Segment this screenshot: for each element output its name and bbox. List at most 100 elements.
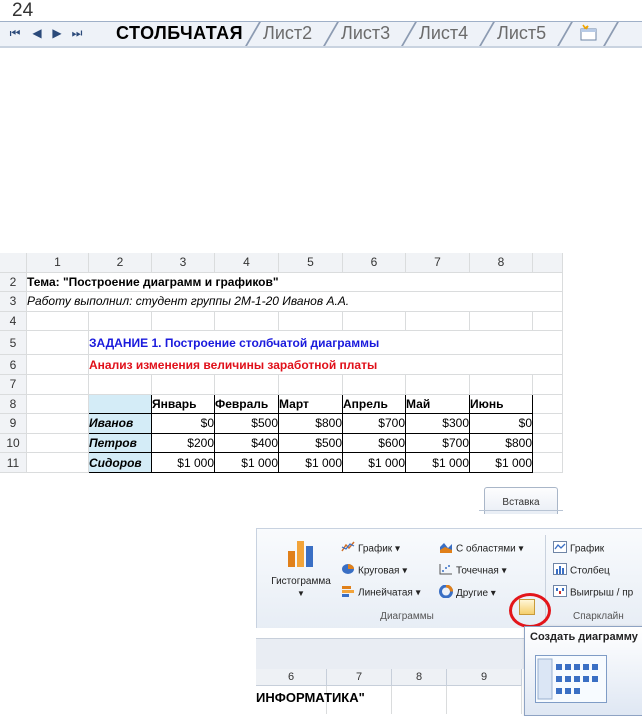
cell[interactable] xyxy=(26,452,89,473)
cell[interactable] xyxy=(26,354,89,375)
cell[interactable] xyxy=(151,311,215,332)
tab-stolbchataya[interactable]: СТОЛБЧАТАЯ xyxy=(116,22,243,44)
cell[interactable] xyxy=(469,374,533,395)
table-corner-cell[interactable] xyxy=(88,393,152,415)
insert-sheet-icon[interactable] xyxy=(578,24,600,47)
sparkline-column-button[interactable]: Столбец xyxy=(553,563,610,579)
cell[interactable] xyxy=(532,433,563,454)
cell[interactable] xyxy=(342,374,406,395)
salary-cell[interactable]: $800 xyxy=(278,413,343,434)
cell[interactable] xyxy=(405,311,470,332)
ribbon-tab-insert[interactable]: Вставка xyxy=(479,487,563,514)
column-header[interactable]: 9 xyxy=(447,669,522,686)
column-header[interactable]: 8 xyxy=(392,669,447,686)
column-header[interactable]: 5 xyxy=(278,253,343,273)
salary-cell[interactable]: $1 000 xyxy=(342,452,406,473)
column-header[interactable]: 8 xyxy=(469,253,533,273)
column-header[interactable]: 1 xyxy=(26,253,89,273)
column-header[interactable] xyxy=(532,253,563,273)
cell[interactable] xyxy=(532,452,563,473)
author-line[interactable]: Работу выполнил: студент группы 2М-1-20 … xyxy=(26,291,563,312)
cell[interactable] xyxy=(469,311,533,332)
cell[interactable] xyxy=(532,311,563,332)
cell[interactable] xyxy=(26,413,89,434)
month-header[interactable]: Февраль xyxy=(214,393,279,415)
salary-cell[interactable]: $700 xyxy=(405,432,470,454)
area-chart-button[interactable]: С областями ▾ xyxy=(439,541,524,557)
salary-cell[interactable]: $200 xyxy=(151,432,215,454)
month-header[interactable]: Январь xyxy=(151,393,215,415)
cell[interactable] xyxy=(532,374,563,395)
row-header[interactable]: 5 xyxy=(0,330,27,356)
sparkline-winloss-button[interactable]: Выигрыш / пр xyxy=(553,585,633,601)
cell[interactable] xyxy=(26,394,89,415)
cell[interactable] xyxy=(26,330,89,356)
sparkline-line-button[interactable]: График xyxy=(553,541,604,557)
salary-cell[interactable]: $600 xyxy=(342,432,406,454)
row-header[interactable]: 7 xyxy=(0,374,27,395)
histogram-button[interactable]: Гистограмма ▼ xyxy=(263,535,339,605)
sheet-title[interactable]: Тема: "Построение диаграмм и графиков" xyxy=(26,272,563,293)
row-header[interactable]: 2 xyxy=(0,272,27,293)
employee-name[interactable]: Сидоров xyxy=(88,452,152,473)
pie-chart-button[interactable]: Круговая ▾ xyxy=(341,563,407,579)
column-header[interactable]: 3 xyxy=(151,253,215,273)
column-header[interactable]: 7 xyxy=(327,669,392,686)
last-sheet-icon[interactable]: ⏭ xyxy=(70,25,84,41)
salary-cell[interactable]: $0 xyxy=(469,413,533,434)
salary-cell[interactable]: $1 000 xyxy=(151,452,215,473)
cell[interactable] xyxy=(342,311,406,332)
row-header[interactable]: 11 xyxy=(0,452,27,473)
cell[interactable] xyxy=(214,311,279,332)
cell[interactable] xyxy=(26,311,89,332)
task-heading[interactable]: ЗАДАНИЕ 1. Построение столбчатой диаграм… xyxy=(88,330,563,356)
cell[interactable] xyxy=(532,394,563,415)
row-header[interactable]: 8 xyxy=(0,394,27,415)
salary-cell[interactable]: $1 000 xyxy=(214,452,279,473)
employee-name[interactable]: Иванов xyxy=(88,413,152,434)
cell[interactable] xyxy=(88,374,152,395)
cell[interactable] xyxy=(151,374,215,395)
tab-list3[interactable]: Лист3 xyxy=(341,22,390,44)
cell[interactable] xyxy=(278,311,343,332)
column-header[interactable]: 2 xyxy=(88,253,152,273)
cell[interactable] xyxy=(26,374,89,395)
month-header[interactable]: Март xyxy=(278,393,343,415)
first-sheet-icon[interactable]: ⏮ xyxy=(8,25,22,41)
salary-cell[interactable]: $500 xyxy=(214,413,279,434)
cell[interactable] xyxy=(532,413,563,434)
cell[interactable] xyxy=(88,311,152,332)
task-subtitle[interactable]: Анализ изменения величины заработной пла… xyxy=(88,354,563,375)
row-header[interactable]: 10 xyxy=(0,433,27,454)
month-header[interactable]: Май xyxy=(405,393,470,415)
select-all-corner[interactable] xyxy=(0,253,27,273)
row-header[interactable]: 4 xyxy=(0,311,27,332)
salary-cell[interactable]: $700 xyxy=(342,413,406,434)
salary-cell[interactable]: $400 xyxy=(214,432,279,454)
column-header[interactable]: 6 xyxy=(256,669,327,686)
scatter-chart-button[interactable]: Точечная ▾ xyxy=(439,563,507,579)
cell[interactable] xyxy=(392,686,447,714)
other-charts-button[interactable]: Другие ▾ xyxy=(439,584,496,602)
cell[interactable] xyxy=(447,686,522,714)
column-header[interactable]: 4 xyxy=(214,253,279,273)
column-header[interactable]: 7 xyxy=(405,253,470,273)
salary-cell[interactable]: $300 xyxy=(405,413,470,434)
tab-list4[interactable]: Лист4 xyxy=(419,22,468,44)
prev-sheet-icon[interactable]: ◀ xyxy=(30,25,44,41)
tab-list2[interactable]: Лист2 xyxy=(263,22,312,44)
salary-cell[interactable]: $0 xyxy=(151,413,215,434)
bar-chart-button[interactable]: Линейчатая ▾ xyxy=(341,585,421,601)
column-header[interactable]: 6 xyxy=(342,253,406,273)
salary-cell[interactable]: $1 000 xyxy=(469,452,533,473)
row-header[interactable]: 9 xyxy=(0,413,27,434)
salary-cell[interactable]: $800 xyxy=(469,432,533,454)
line-chart-button[interactable]: График ▾ xyxy=(341,541,400,557)
next-sheet-icon[interactable]: ▶ xyxy=(50,25,64,41)
row-header[interactable]: 6 xyxy=(0,354,27,375)
salary-cell[interactable]: $500 xyxy=(278,432,343,454)
employee-name[interactable]: Петров xyxy=(88,432,152,454)
salary-cell[interactable]: $1 000 xyxy=(405,452,470,473)
tab-list5[interactable]: Лист5 xyxy=(497,22,546,44)
month-header[interactable]: Апрель xyxy=(342,393,406,415)
